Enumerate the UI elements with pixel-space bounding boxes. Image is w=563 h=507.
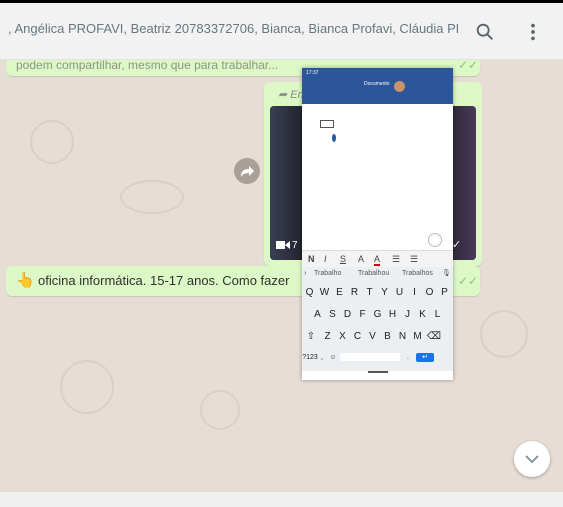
key[interactable]: E: [332, 287, 347, 298]
key[interactable]: H: [385, 309, 400, 320]
bullet-list-icon[interactable]: ☰: [392, 254, 400, 265]
comma-key[interactable]: ,: [318, 354, 326, 361]
symbols-key[interactable]: ?123: [302, 354, 318, 361]
read-receipt-icon: ✓✓: [458, 60, 479, 72]
key[interactable]: S: [325, 309, 340, 320]
chevron-down-icon: [525, 455, 539, 464]
key[interactable]: C: [350, 331, 365, 342]
key[interactable]: Q: [302, 287, 317, 298]
suggestion-strip[interactable]: › Trabalho Trabalhou Trabalhos 🎙: [302, 267, 453, 281]
numbered-list-icon[interactable]: ☰: [410, 254, 418, 265]
format-toolbar[interactable]: N I S A A ☰ ☰: [302, 250, 453, 267]
underline-button[interactable]: S: [340, 254, 346, 264]
key[interactable]: F: [355, 309, 370, 320]
wallpaper-doodle: [480, 310, 528, 358]
bold-button[interactable]: N: [308, 254, 315, 264]
forward-icon: [241, 166, 254, 177]
wallpaper-doodle: [60, 360, 114, 414]
key[interactable]: B: [380, 331, 395, 342]
suggestion-item[interactable]: Trabalho: [314, 270, 341, 277]
font-color-button[interactable]: A: [374, 254, 381, 266]
wallpaper-doodle: [120, 180, 184, 214]
key[interactable]: K: [415, 309, 430, 320]
key-row-2: ASDFGHJKL: [310, 309, 461, 320]
key[interactable]: N: [395, 331, 410, 342]
period-key[interactable]: .: [400, 354, 416, 361]
text-cursor-box: [320, 120, 334, 128]
more-vert-icon[interactable]: [522, 21, 544, 43]
document-title: Documento: [364, 81, 390, 87]
suggestion-item[interactable]: Trabalhou: [358, 270, 389, 277]
key[interactable]: O: [422, 287, 437, 298]
group-participants[interactable]: , Angélica PROFAVI, Beatriz 20783372706,…: [8, 21, 458, 36]
pointing-up-emoji: 👆: [16, 272, 35, 289]
partial-message-text: podem compartilhar, mesmo que para traba…: [16, 60, 279, 72]
wallpaper-doodle: [200, 390, 240, 430]
expand-icon[interactable]: ›: [304, 270, 306, 277]
backspace-key-icon[interactable]: ⌫: [425, 331, 443, 342]
italic-button[interactable]: I: [324, 254, 327, 264]
key[interactable]: Y: [377, 287, 392, 298]
key-row-1: QWERTYUIOP: [302, 287, 453, 298]
phone-screenshot-overlay[interactable]: 17:37 Documento N I S A A ☰ ☰ › Trabalho…: [302, 68, 453, 380]
search-icon[interactable]: [474, 21, 496, 43]
key[interactable]: M: [410, 331, 425, 342]
avatar[interactable]: [394, 81, 405, 92]
key[interactable]: R: [347, 287, 362, 298]
video-camera-icon: [276, 241, 290, 249]
key[interactable]: I: [407, 287, 422, 298]
forward-button[interactable]: [234, 158, 260, 184]
word-toolbar[interactable]: Documento: [302, 78, 453, 104]
mic-icon[interactable]: [428, 233, 442, 247]
selection-handle[interactable]: [332, 134, 336, 142]
wallpaper-doodle: [30, 120, 74, 164]
keyboard[interactable]: QWERTYUIOP ASDFGHJKL ⇧ Z X C V B N M ⌫ ?123, ☺. ↵: [302, 281, 453, 371]
key[interactable]: A: [310, 309, 325, 320]
key[interactable]: U: [392, 287, 407, 298]
highlight-button[interactable]: A: [358, 254, 364, 264]
video-duration: 7: [292, 240, 298, 251]
read-receipt-icon: ✓✓: [458, 274, 479, 288]
chat-header[interactable]: , Angélica PROFAVI, Beatriz 20783372706,…: [0, 3, 563, 60]
key[interactable]: X: [335, 331, 350, 342]
gesture-bar[interactable]: [368, 371, 388, 373]
mic-icon[interactable]: 🎙: [442, 269, 451, 277]
key[interactable]: J: [400, 309, 415, 320]
key[interactable]: D: [340, 309, 355, 320]
enter-key-icon[interactable]: ↵: [416, 353, 434, 362]
shift-key-icon[interactable]: ⇧: [302, 331, 320, 342]
message-text: oficina informática. 15-17 anos. Como fa…: [38, 273, 290, 288]
space-key[interactable]: [340, 353, 400, 362]
key[interactable]: P: [437, 287, 452, 298]
phone-status-bar: 17:37: [302, 68, 453, 78]
suggestion-item[interactable]: Trabalhos: [402, 270, 433, 277]
video-read-receipt-icon: ✓: [452, 239, 462, 251]
key-row-4: ?123, ☺. ↵: [302, 353, 453, 362]
key-row-3: ⇧ Z X C V B N M ⌫: [302, 331, 453, 342]
key[interactable]: Z: [320, 331, 335, 342]
key[interactable]: L: [430, 309, 445, 320]
composer-bar[interactable]: [0, 492, 563, 507]
scroll-to-bottom-button[interactable]: [514, 441, 550, 477]
message-list[interactable]: podem compartilhar, mesmo que para traba…: [0, 60, 563, 492]
emoji-key-icon[interactable]: ☺: [326, 354, 340, 361]
key[interactable]: W: [317, 287, 332, 298]
key[interactable]: T: [362, 287, 377, 298]
key[interactable]: G: [370, 309, 385, 320]
phone-time: 17:37: [306, 70, 319, 76]
key[interactable]: V: [365, 331, 380, 342]
